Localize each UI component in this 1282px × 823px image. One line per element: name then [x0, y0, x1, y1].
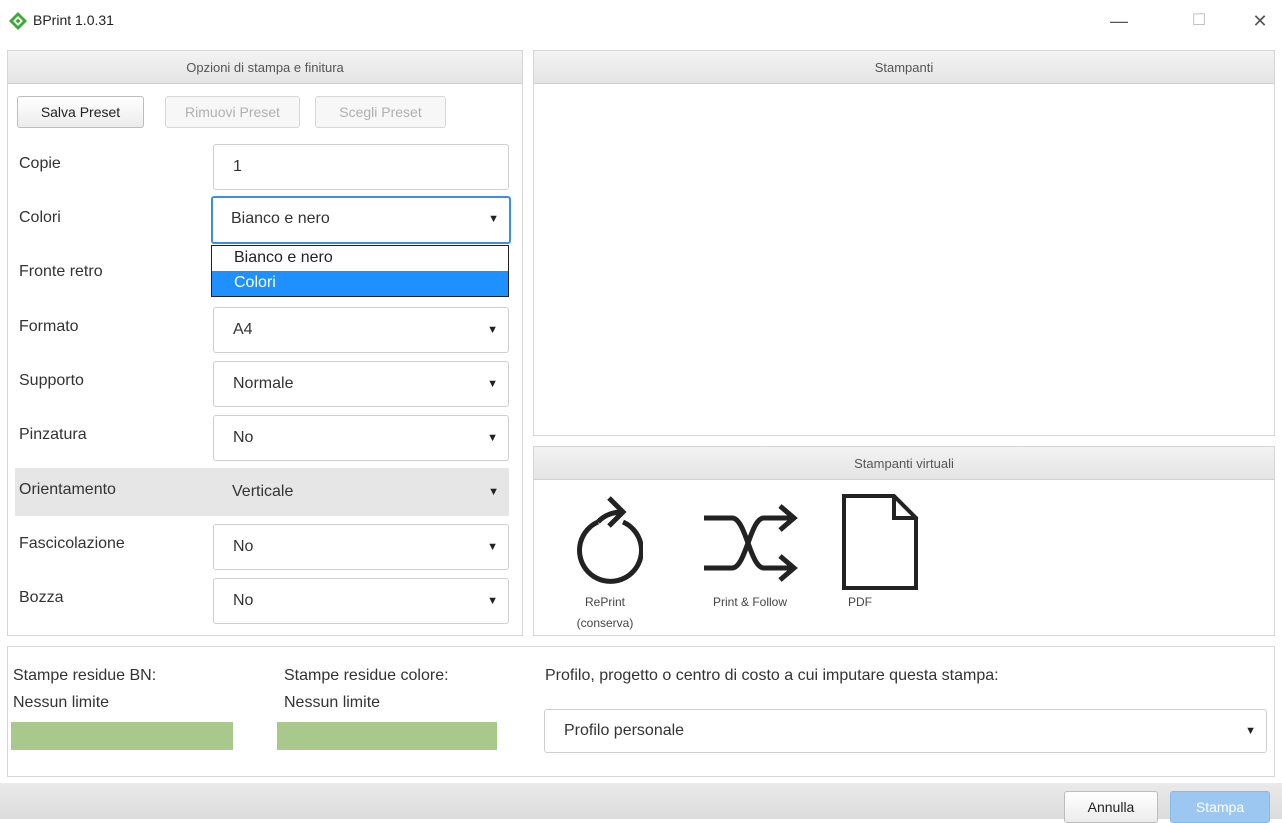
virtual-printers-header: Stampanti virtuali — [534, 447, 1274, 480]
print-follow-virtual-printer[interactable]: Print & Follow — [690, 492, 810, 612]
print-button[interactable]: Stampa — [1170, 791, 1270, 823]
cost-profile-select[interactable]: Profilo personale ▼ — [544, 709, 1267, 753]
app-logo-icon — [9, 12, 27, 30]
draft-select-value: No — [233, 592, 254, 609]
reprint-label: RePrint — [584, 595, 625, 609]
media-select[interactable]: Normale ▼ — [213, 361, 509, 407]
document-icon — [842, 494, 918, 590]
colors-dropdown-list: Bianco e nero Colori — [211, 245, 509, 297]
orientation-label: Orientamento — [19, 481, 116, 498]
collation-label: Fascicolazione — [19, 535, 125, 552]
stapling-select[interactable]: No ▼ — [213, 415, 509, 461]
chevron-down-icon: ▼ — [488, 213, 499, 225]
orientation-select-value: Verticale — [232, 483, 294, 500]
reprint-icon — [577, 496, 643, 584]
save-preset-button[interactable]: Salva Preset — [17, 96, 144, 128]
chevron-down-icon: ▼ — [487, 541, 498, 553]
printers-header: Stampanti — [534, 51, 1274, 84]
stapling-select-value: No — [233, 429, 254, 446]
dropdown-option-colori[interactable]: Colori — [212, 271, 508, 296]
chevron-down-icon: ▼ — [487, 378, 498, 390]
chevron-down-icon: ▼ — [1245, 725, 1256, 737]
reprint-sublabel: (conserva) — [576, 616, 634, 630]
duplex-label: Fronte retro — [19, 263, 103, 280]
reprint-virtual-printer[interactable]: RePrint (conserva) — [555, 492, 655, 634]
print-options-header: Opzioni di stampa e finitura — [8, 51, 522, 84]
maximize-button[interactable]: ☐ — [1179, 6, 1219, 36]
bn-quota-bar — [11, 722, 233, 750]
print-follow-label: Print & Follow — [712, 595, 788, 609]
draft-label: Bozza — [19, 589, 64, 606]
window-title: BPrint 1.0.31 — [33, 12, 114, 28]
format-label: Formato — [19, 318, 79, 335]
collation-select[interactable]: No ▼ — [213, 524, 509, 570]
pdf-virtual-printer[interactable]: PDF — [830, 492, 930, 612]
colors-label: Colori — [19, 209, 61, 226]
color-quota-bar — [277, 722, 497, 750]
pdf-label: PDF — [848, 595, 872, 609]
format-select-value: A4 — [233, 321, 253, 338]
colors-select-value: Bianco e nero — [231, 210, 330, 227]
copies-label: Copie — [19, 155, 61, 172]
choose-preset-button[interactable]: Scegli Preset — [315, 96, 446, 128]
color-quota-value: Nessun limite — [284, 694, 381, 711]
colors-select[interactable]: Bianco e nero ▼ — [211, 196, 511, 244]
chevron-down-icon: ▼ — [488, 486, 499, 498]
cost-profile-select-value: Profilo personale — [564, 722, 685, 739]
shuffle-icon — [704, 504, 798, 582]
cost-profile-label: Profilo, progetto o centro di costo a cu… — [545, 667, 999, 684]
collation-select-value: No — [233, 538, 254, 555]
cancel-button[interactable]: Annulla — [1064, 791, 1158, 823]
bn-quota-value: Nessun limite — [13, 694, 110, 711]
dropdown-option-bianco-e-nero[interactable]: Bianco e nero — [212, 246, 508, 271]
media-select-value: Normale — [233, 375, 294, 392]
color-quota-label: Stampe residue colore: — [284, 667, 449, 684]
stapling-label: Pinzatura — [19, 426, 87, 443]
remove-preset-button[interactable]: Rimuovi Preset — [165, 96, 300, 128]
bn-quota-label: Stampe residue BN: — [13, 667, 157, 684]
chevron-down-icon: ▼ — [487, 432, 498, 444]
chevron-down-icon: ▼ — [487, 595, 498, 607]
title-bar — [0, 0, 1282, 44]
close-button[interactable]: ✕ — [1240, 6, 1280, 36]
minimize-button[interactable]: — — [1099, 6, 1139, 36]
orientation-select[interactable]: Verticale ▼ — [213, 469, 509, 515]
printers-panel: Stampanti — [533, 50, 1275, 436]
copies-input[interactable]: 1 — [213, 144, 509, 190]
draft-select[interactable]: No ▼ — [213, 578, 509, 624]
media-label: Supporto — [19, 372, 84, 389]
chevron-down-icon: ▼ — [487, 324, 498, 336]
format-select[interactable]: A4 ▼ — [213, 307, 509, 353]
